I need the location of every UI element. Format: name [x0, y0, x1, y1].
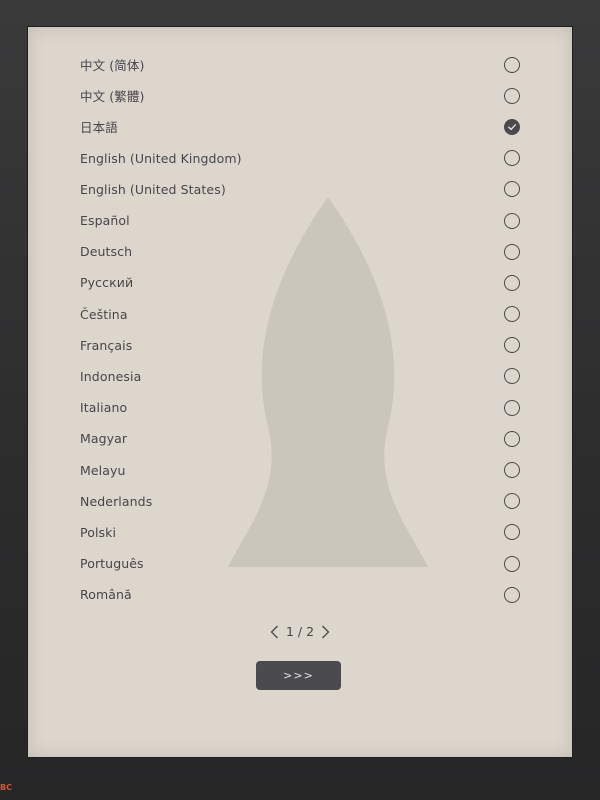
radio-button-checked[interactable]	[504, 118, 520, 135]
radio-button[interactable]	[504, 368, 520, 385]
language-label: Magyar	[80, 431, 128, 447]
language-option[interactable]: Italiano	[28, 392, 572, 423]
language-label: English (United States)	[80, 181, 226, 197]
language-label: Français	[80, 337, 133, 353]
language-label: Deutsch	[80, 244, 133, 260]
page-indicator: 1 / 2	[285, 624, 315, 639]
radio-button[interactable]	[504, 212, 520, 229]
language-label: 中文 (简体)	[80, 58, 145, 74]
radio-button[interactable]	[504, 399, 520, 416]
language-option[interactable]: Magyar	[28, 423, 572, 454]
language-option[interactable]: Deutsch	[28, 236, 572, 267]
language-option[interactable]: Melayu	[28, 454, 572, 485]
radio-button[interactable]	[504, 87, 520, 104]
language-list: 中文 (简体) 中文 (繁體) 日本語 English (United King…	[28, 49, 572, 610]
radio-button[interactable]	[504, 462, 520, 479]
radio-button[interactable]	[504, 524, 520, 541]
chevron-right-icon[interactable]	[320, 625, 330, 639]
radio-button[interactable]	[504, 306, 520, 323]
language-option[interactable]: English (United States)	[28, 174, 572, 205]
device-brand-logo: BC	[0, 783, 12, 792]
radio-button[interactable]	[504, 337, 520, 354]
language-label: Čeština	[80, 306, 128, 322]
language-label: Nederlands	[80, 493, 153, 509]
radio-button[interactable]	[504, 493, 520, 510]
language-option[interactable]: Español	[28, 205, 572, 236]
language-label: Italiano	[80, 400, 128, 416]
radio-button[interactable]	[504, 181, 520, 198]
language-label: English (United Kingdom)	[80, 150, 242, 166]
language-label: Română	[80, 587, 132, 603]
language-option-selected[interactable]: 日本語	[28, 111, 572, 142]
ereader-device: 中文 (简体) 中文 (繁體) 日本語 English (United King…	[0, 0, 600, 800]
language-label: Melayu	[80, 462, 126, 478]
radio-button[interactable]	[504, 586, 520, 603]
language-option[interactable]: Русский	[28, 267, 572, 298]
language-label: Español	[80, 213, 130, 229]
language-label: Indonesia	[80, 368, 142, 384]
language-option[interactable]: Indonesia	[28, 361, 572, 392]
language-selection-screen: 中文 (简体) 中文 (繁體) 日本語 English (United King…	[28, 27, 572, 757]
language-option[interactable]: 中文 (繁體)	[28, 80, 572, 111]
language-option[interactable]: English (United Kingdom)	[28, 143, 572, 174]
language-option[interactable]: Polski	[28, 517, 572, 548]
chevron-left-icon[interactable]	[270, 625, 280, 639]
radio-button[interactable]	[504, 430, 520, 447]
radio-button[interactable]	[504, 243, 520, 260]
language-label: Русский	[80, 275, 134, 291]
language-option[interactable]: 中文 (简体)	[28, 49, 572, 80]
pagination: 1 / 2	[28, 624, 572, 639]
language-option[interactable]: Português	[28, 548, 572, 579]
language-option[interactable]: Română	[28, 579, 572, 610]
language-label: 日本語	[80, 120, 118, 136]
radio-button[interactable]	[504, 150, 520, 167]
language-label: Português	[80, 556, 144, 572]
language-label: 中文 (繁體)	[80, 89, 145, 105]
language-option[interactable]: Français	[28, 330, 572, 361]
language-option[interactable]: Nederlands	[28, 486, 572, 517]
language-label: Polski	[80, 524, 117, 540]
radio-button[interactable]	[504, 56, 520, 73]
checkmark-icon	[508, 124, 516, 131]
next-button[interactable]: >>>	[256, 661, 341, 690]
language-option[interactable]: Čeština	[28, 299, 572, 330]
radio-button[interactable]	[504, 555, 520, 572]
radio-button[interactable]	[504, 274, 520, 291]
